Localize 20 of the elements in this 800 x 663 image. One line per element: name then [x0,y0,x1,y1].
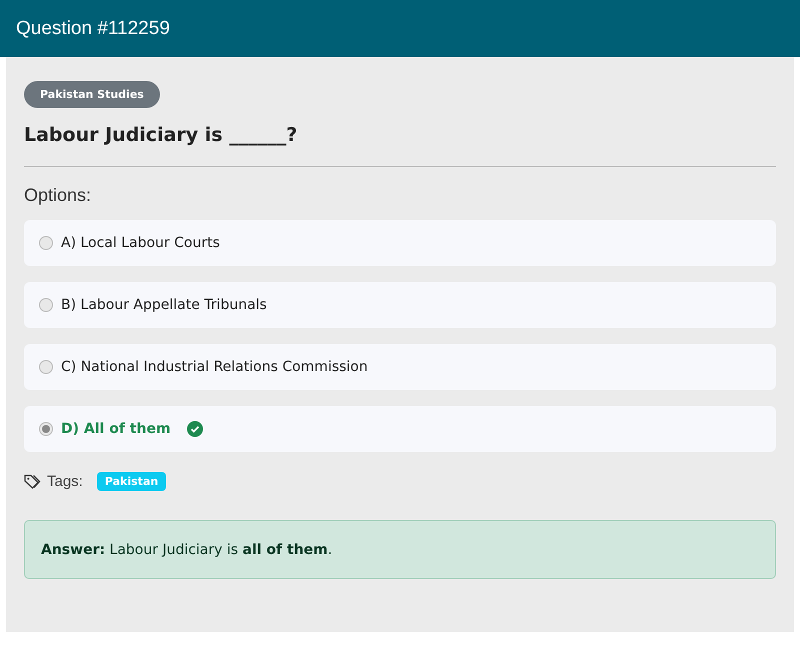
option-row[interactable]: D) All of them [24,406,776,452]
question-text: Labour Judiciary is ______? [24,124,298,146]
option-row[interactable]: C) National Industrial Relations Commission [24,344,776,390]
radio-button[interactable] [39,298,53,312]
option-row[interactable]: A) Local Labour Courts [24,220,776,266]
radio-button[interactable] [39,360,53,374]
question-title: Question #112259 [16,18,170,40]
tags-label: Tags: [47,473,83,490]
option-text: A) Local Labour Courts [61,235,220,251]
category-badge: Pakistan Studies [24,81,160,108]
tag-icon [24,474,41,490]
option-text: C) National Industrial Relations Commission [61,359,368,375]
option-text: B) Labour Appellate Tribunals [61,297,267,313]
answer-text: Answer: Labour Judiciary is all of them. [41,542,332,558]
check-icon [186,421,203,437]
option-text: D) All of them [61,421,171,437]
option-row[interactable]: B) Labour Appellate Tribunals [24,282,776,328]
options-label: Options: [24,185,92,206]
radio-button[interactable] [39,422,53,436]
radio-button[interactable] [39,236,53,250]
